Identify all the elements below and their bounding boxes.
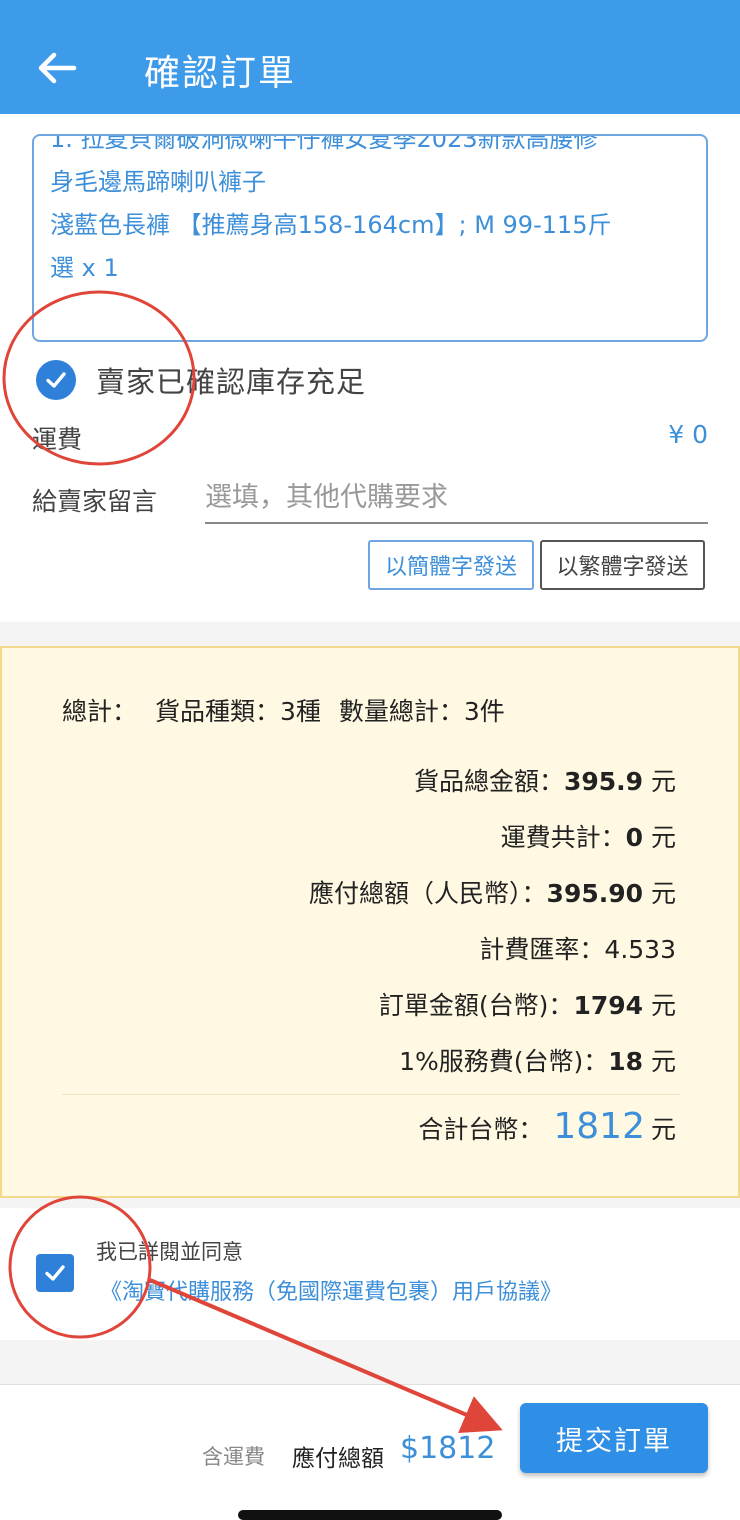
home-indicator xyxy=(238,1510,502,1520)
freight-label: 運費共計： xyxy=(500,823,626,852)
order-twd-unit: 元 xyxy=(650,991,676,1020)
shipping-label: 運費 xyxy=(32,425,83,454)
exchange-rate-value: 4.533 xyxy=(604,935,676,964)
stock-confirm-row[interactable]: 賣家已確認庫存充足 xyxy=(36,358,366,402)
agreement-link[interactable]: 《淘寶代購服務（免國際運費包裹）用戶協議》 xyxy=(100,1274,562,1306)
item-title-partial: 1. 拉夏貝爾破洞微喇牛仔褲女夏季2023新款高腰修 xyxy=(50,134,598,153)
goods-amount-row: 貨品總金額：395.9 元 xyxy=(414,762,676,798)
summary-quantity: 數量總計：3件 xyxy=(338,697,505,726)
stock-confirm-label: 賣家已確認庫存充足 xyxy=(96,365,367,399)
service-fee-unit: 元 xyxy=(650,1047,676,1076)
agreement-checkbox[interactable] xyxy=(36,1254,74,1292)
payable-rmb-unit: 元 xyxy=(650,879,676,908)
payable-rmb-label: 應付總額（人民幣）： xyxy=(309,879,547,908)
send-simplified-button[interactable]: 以簡體字發送 xyxy=(368,540,534,590)
goods-amount-unit: 元 xyxy=(650,767,676,796)
item-quantity: 選 x 1 xyxy=(50,254,119,282)
exchange-rate-label: 計費匯率： xyxy=(479,935,605,964)
checkmark-icon xyxy=(45,1265,65,1281)
submit-order-button[interactable]: 提交訂單 xyxy=(520,1403,708,1473)
bottom-bar: 含運費 應付總額 $1812 提交訂單 xyxy=(0,1384,740,1520)
item-title: 身毛邊馬蹄喇叭褲子 xyxy=(50,168,266,196)
exchange-rate-row: 計費匯率：4.533 xyxy=(479,930,676,966)
service-fee-row: 1%服務費(台幣)：18 元 xyxy=(399,1042,676,1078)
app-header: 確認訂單 xyxy=(0,0,740,114)
summary-kinds: 貨品種類：3種 xyxy=(154,697,321,726)
freight-row: 運費共計：0 元 xyxy=(501,818,676,854)
goods-amount-label: 貨品總金額： xyxy=(413,767,564,796)
includes-shipping-label: 含運費 xyxy=(202,1445,265,1469)
page-title: 確認訂單 xyxy=(144,53,297,94)
agreement-text: 我已詳閱並同意 xyxy=(96,1240,243,1264)
grand-total-label: 合計台幣： xyxy=(418,1115,544,1144)
shipping-row: 運費 ¥ 0 xyxy=(32,420,708,460)
order-twd-row: 訂單金額(台幣)：1794 元 xyxy=(379,986,676,1022)
payable-rmb-value: 395.90 xyxy=(546,879,644,908)
summary-counts: 總計： 貨品種類：3種 數量總計：3件 xyxy=(62,692,515,728)
order-summary: 總計： 貨品種類：3種 數量總計：3件 貨品總金額：395.9 元 運費共計：0… xyxy=(0,646,740,1198)
order-twd-label: 訂單金額(台幣)： xyxy=(378,991,574,1020)
send-traditional-button[interactable]: 以繁體字發送 xyxy=(540,540,705,590)
summary-total-label: 總計： xyxy=(62,697,138,726)
goods-amount-value: 395.9 xyxy=(563,767,644,796)
grand-total-row: 合計台幣： 1812 元 xyxy=(418,1106,676,1147)
order-twd-value: 1794 xyxy=(573,991,644,1020)
freight-unit: 元 xyxy=(650,823,676,852)
order-detail-section: 1. 拉夏貝爾破洞微喇牛仔褲女夏季2023新款高腰修 身毛邊馬蹄喇叭褲子 淺藍色… xyxy=(0,114,740,622)
payable-rmb-row: 應付總額（人民幣）：395.90 元 xyxy=(309,874,676,910)
item-spec: 淺藍色長褲 【推薦身高158-164cm】; M 99-115斤 xyxy=(50,211,612,239)
checkmark-icon[interactable] xyxy=(36,360,76,400)
payable-total-label: 應付總額 xyxy=(292,1446,384,1472)
service-fee-value: 18 xyxy=(608,1047,644,1076)
payable-total-amount: $1812 xyxy=(400,1431,496,1466)
seller-message-label: 給賣家留言 xyxy=(32,487,158,516)
grand-total-value: 1812 xyxy=(553,1106,645,1147)
item-card[interactable]: 1. 拉夏貝爾破洞微喇牛仔褲女夏季2023新款高腰修 身毛邊馬蹄喇叭褲子 淺藍色… xyxy=(32,134,708,342)
freight-value: 0 xyxy=(625,823,644,852)
shipping-value: ¥ 0 xyxy=(668,420,708,449)
arrow-left-icon[interactable] xyxy=(34,46,78,90)
seller-message-row: 給賣家留言 xyxy=(32,472,708,526)
seller-message-input[interactable] xyxy=(205,472,708,524)
service-fee-label: 1%服務費(台幣)： xyxy=(399,1047,609,1076)
agreement-section: 我已詳閱並同意 《淘寶代購服務（免國際運費包裹）用戶協議》 xyxy=(0,1208,740,1340)
grand-total-unit: 元 xyxy=(650,1115,676,1144)
summary-divider xyxy=(62,1094,680,1095)
